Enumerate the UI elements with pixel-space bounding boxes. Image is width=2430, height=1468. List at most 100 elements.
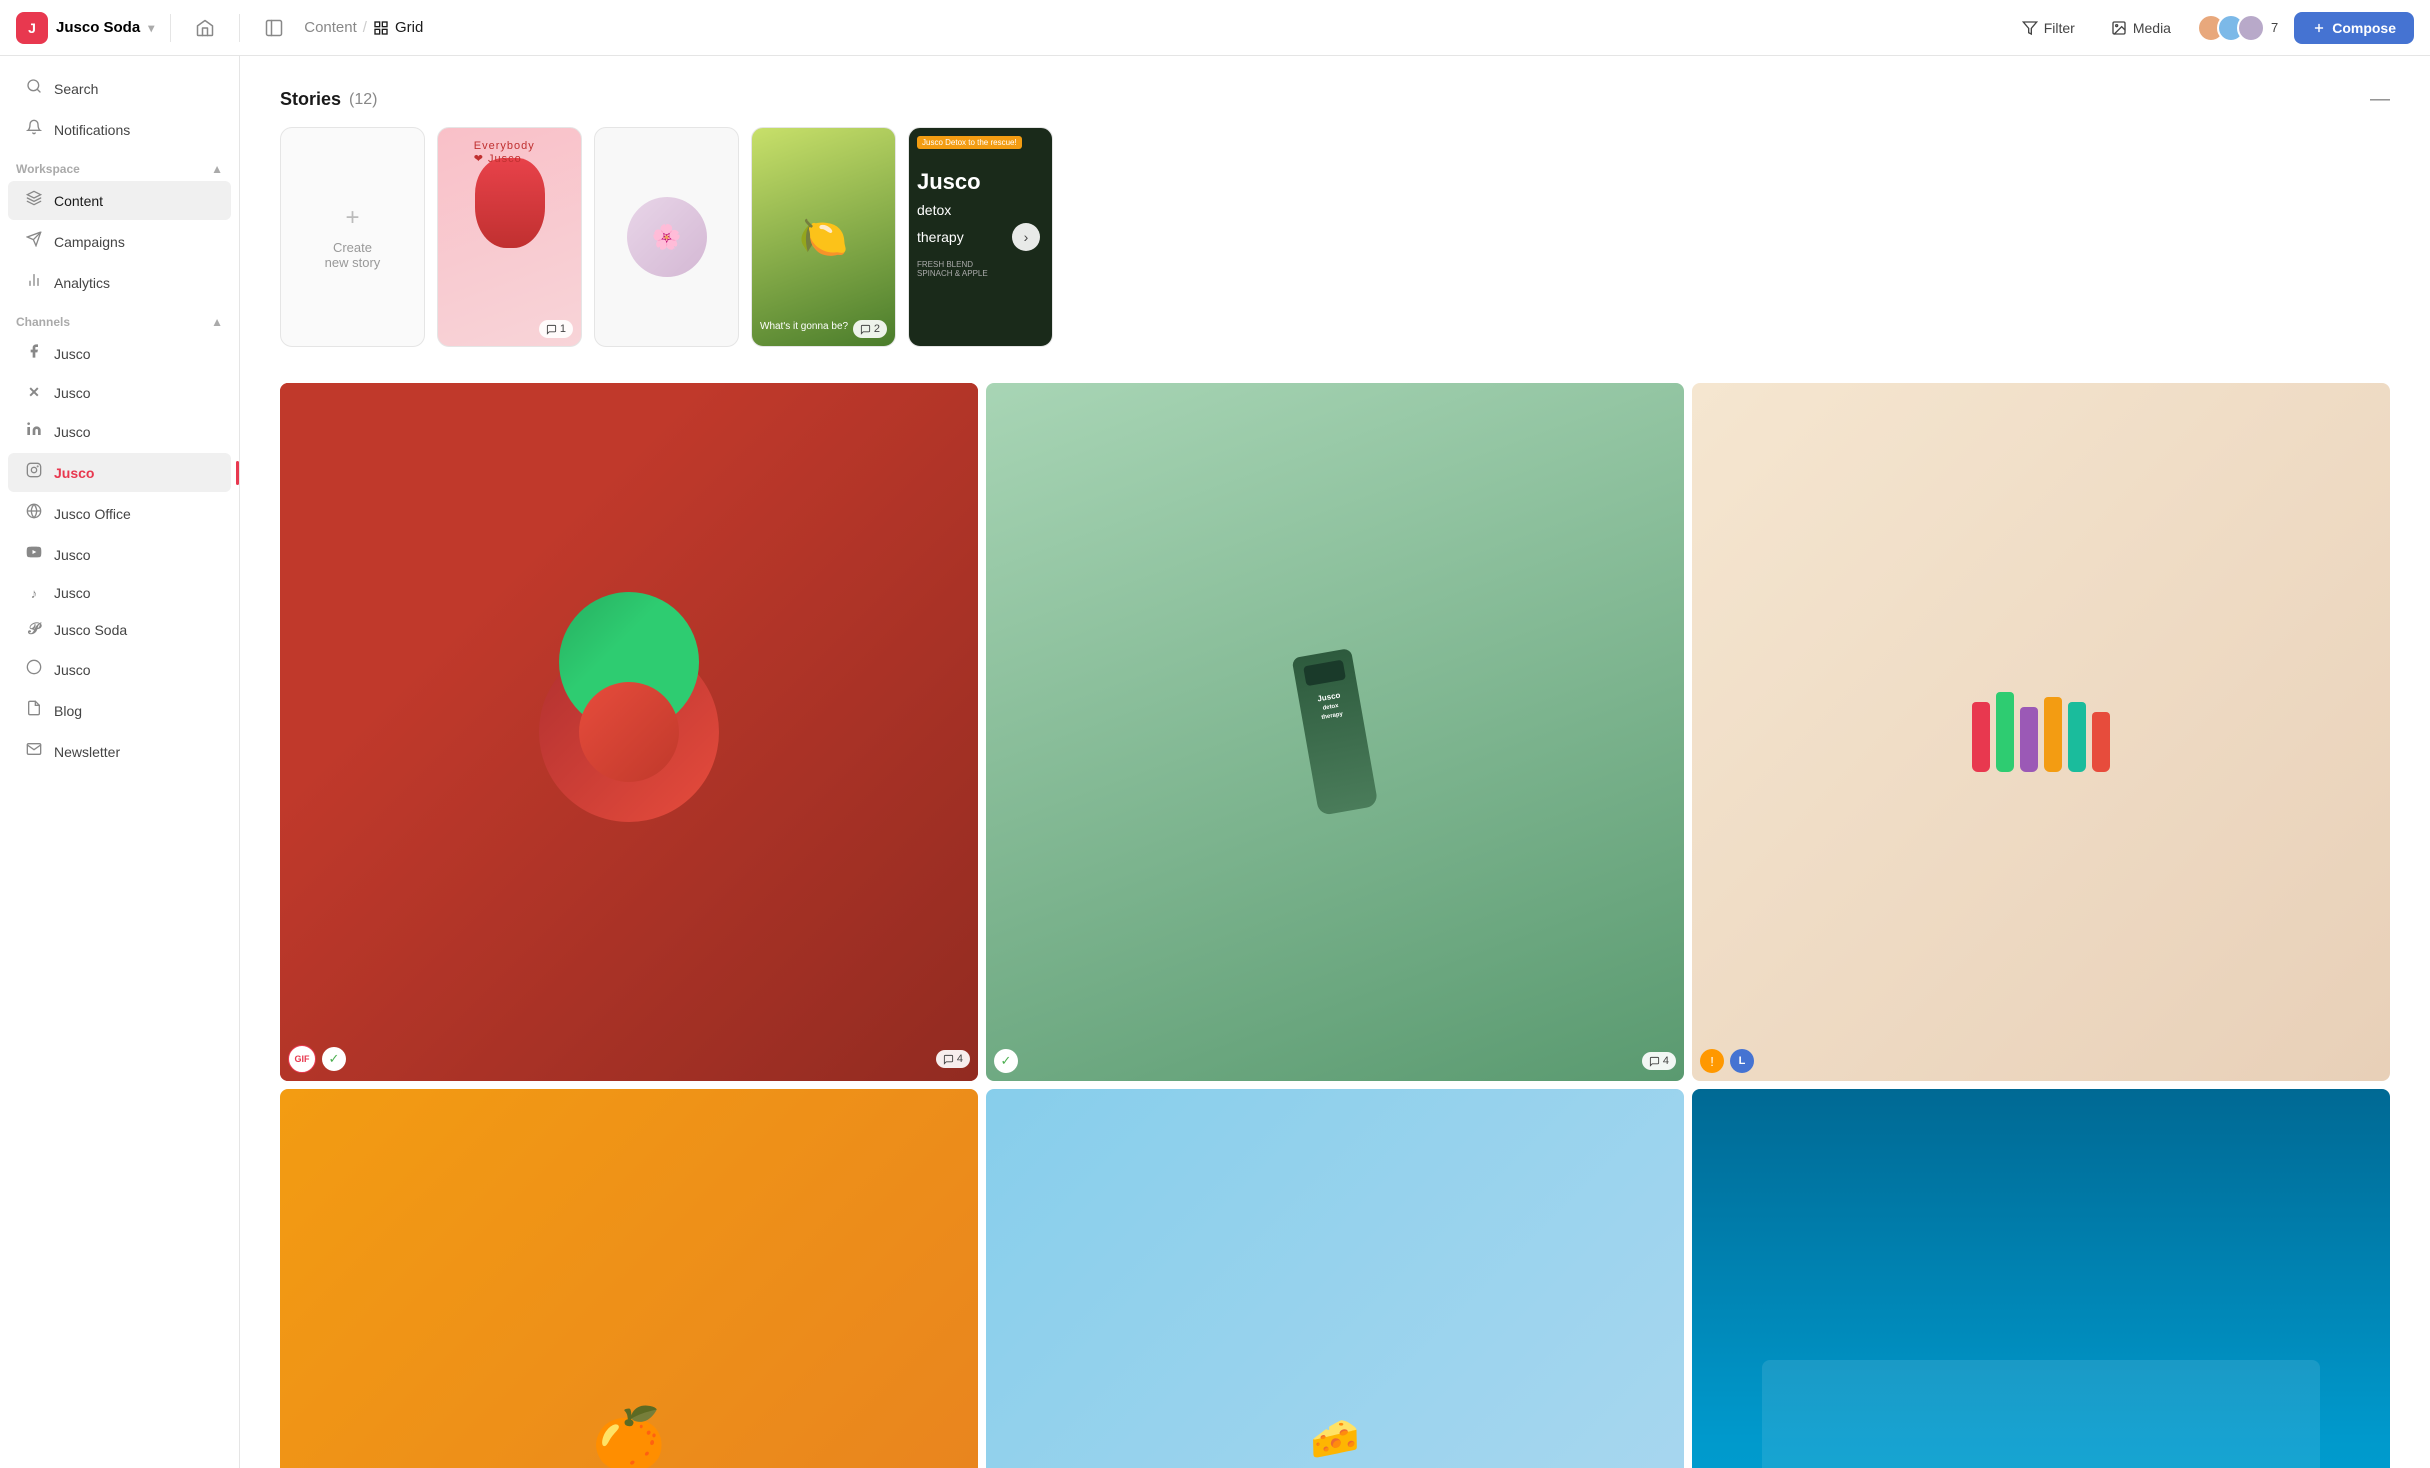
bell-icon [24,119,44,140]
grid-item-watermelon[interactable]: GIF ✓ 4 [280,383,978,1081]
breadcrumb-current: Grid [373,19,423,36]
facebook-icon [24,343,44,364]
breadcrumb-separator: / [363,19,367,36]
sidebar: Search Notifications Workspace ▲ Content… [0,56,240,1468]
globe-icon [24,659,44,680]
avatars-group[interactable]: 7 [2197,14,2278,42]
stories-header: Stories (12) — [280,88,2390,111]
analytics-label: Analytics [54,275,110,291]
channel-tiktok-label: Jusco [54,585,91,601]
story-card-strawberry[interactable]: Everybody ❤ Jusco 1 [437,127,582,347]
channels-section[interactable]: Channels ▲ [0,303,239,333]
stories-count: (12) [349,91,377,109]
create-story-label: Createnew story [325,240,381,270]
grid-item-bottle-badges: ✓ 4 [994,1049,1676,1073]
brand-logo[interactable]: J Jusco Soda ▾ [16,12,154,44]
workspace-section[interactable]: Workspace ▲ [0,150,239,180]
grid-item-bottles[interactable]: ! L [1692,383,2390,1081]
channel-instagram-label: Jusco [54,465,94,481]
channel-facebook-label: Jusco [54,346,91,362]
story-card-citrus[interactable]: 🍋 What's it gonna be? 2 [751,127,896,347]
media-button[interactable]: Media [2101,14,2181,42]
sidebar-item-campaigns[interactable]: Campaigns [8,222,231,261]
brand-name: Jusco Soda [56,19,140,36]
user-badge: L [1730,1049,1754,1073]
topbar-right: Filter Media 7 Compose [2012,12,2414,44]
breadcrumb-parent[interactable]: Content [304,19,357,36]
barchart-icon [24,272,44,293]
sidebar-item-globe[interactable]: Jusco [8,650,231,689]
layers-icon [24,190,44,211]
grid-item-ocean[interactable] [1692,1089,2390,1468]
comment-badge-bottle: 4 [1642,1052,1676,1070]
sidebar-item-content[interactable]: Content [8,181,231,220]
channel-blog-label: Blog [54,703,82,719]
campaigns-label: Campaigns [54,234,125,250]
sidebar-item-google[interactable]: Jusco Office [8,494,231,533]
check-badge-bottle: ✓ [994,1049,1018,1073]
sidebar-item-facebook[interactable]: Jusco [8,334,231,373]
stories-collapse-button[interactable]: — [2370,88,2390,111]
grid-item-green-bottle[interactable]: Juscodetoxtherapy ✓ 4 [986,383,1684,1081]
filter-button[interactable]: Filter [2012,14,2085,42]
megaphone-icon [24,231,44,252]
sidebar-item-instagram[interactable]: Jusco [8,453,231,492]
story-card-smoothie[interactable]: 🌸 [594,127,739,347]
avatar-count: 7 [2271,20,2278,35]
sidebar-item-youtube[interactable]: Jusco [8,535,231,574]
content-grid: GIF ✓ 4 Juscodetoxtherapy ✓ [280,383,2390,1468]
sidebar-item-linkedin[interactable]: Jusco [8,412,231,451]
topbar: J Jusco Soda ▾ Content / Grid Filter Med… [0,0,2430,56]
pinterest-icon: 𝒫 [24,621,44,639]
sidebar-item-analytics[interactable]: Analytics [8,263,231,302]
search-label: Search [54,81,98,97]
stories-row: + Createnew story Everybody ❤ Jusco 1 🌸 [280,127,2390,355]
topbar-divider-2 [239,14,240,42]
notifications-label: Notifications [54,122,130,138]
story-badge-comments: 1 [539,320,573,338]
gif-badge: GIF [288,1045,316,1073]
grid-item-orange[interactable]: 🍊 [280,1089,978,1468]
sidebar-item-notifications[interactable]: Notifications [8,110,231,149]
linkedin-icon [24,421,44,442]
channels-chevron-icon: ▲ [211,315,223,329]
google-icon [24,503,44,524]
newsletter-icon [24,741,44,762]
check-badge: ✓ [322,1047,346,1071]
grid-item-bottles-badges: ! L [1700,1049,2382,1073]
blog-icon [24,700,44,721]
sidebar-item-search[interactable]: Search [8,69,231,108]
sidebar-item-twitter[interactable]: ✕ Jusco [8,375,231,410]
main-content: Stories (12) — + Createnew story Everybo… [240,56,2430,1468]
sidebar-toggle-button[interactable] [256,12,292,44]
x-icon: ✕ [24,384,44,401]
instagram-icon [24,462,44,483]
sidebar-item-tiktok[interactable]: ♪ Jusco [8,576,231,610]
comment-badge: 4 [936,1050,970,1068]
story-create-card[interactable]: + Createnew story [280,127,425,347]
content-label: Content [54,193,103,209]
sidebar-item-newsletter[interactable]: Newsletter [8,732,231,771]
workspace-chevron-icon: ▲ [211,162,223,176]
active-bar [236,461,239,485]
channel-globe-label: Jusco [54,662,91,678]
home-button[interactable] [187,12,223,44]
brand-chevron-icon: ▾ [148,21,154,35]
youtube-icon [24,544,44,565]
tiktok-icon: ♪ [24,586,44,601]
breadcrumb: Content / Grid [304,19,423,36]
sidebar-item-pinterest[interactable]: 𝒫 Jusco Soda [8,612,231,648]
channel-twitter-label: Jusco [54,385,91,401]
story-card-detox[interactable]: Jusco Detox to the rescue! Juscodetoxthe… [908,127,1053,347]
grid-item-watermelon-badges: GIF ✓ 4 [288,1045,970,1073]
sidebar-item-blog[interactable]: Blog [8,691,231,730]
topbar-divider [170,14,171,42]
channel-youtube-label: Jusco [54,547,91,563]
stories-title: Stories (12) [280,89,377,110]
grid-item-cheese[interactable]: 🧀 [986,1089,1684,1468]
story-badge-comments-citrus: 2 [853,320,887,338]
compose-button[interactable]: Compose [2294,12,2414,44]
brand-icon: J [16,12,48,44]
avatar [2237,14,2265,42]
plus-icon: + [345,204,359,232]
